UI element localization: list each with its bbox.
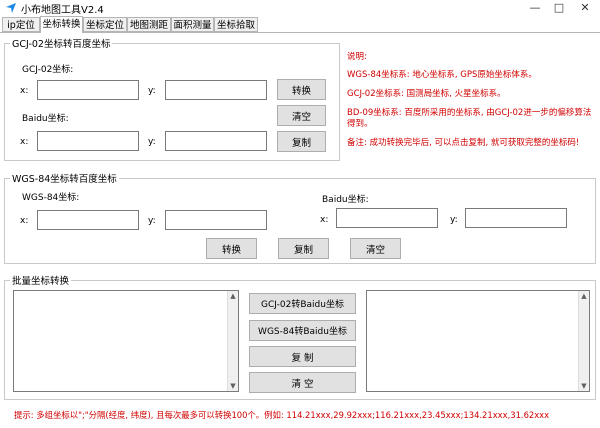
scroll-up-icon[interactable]: ▲: [579, 292, 589, 300]
batch-group-legend: 批量坐标转换: [10, 273, 72, 287]
tab-coordinate-locate[interactable]: 坐标定位: [83, 17, 127, 32]
note-wgs84: WGS-84坐标系: 地心坐标系, GPS原始坐标体系。: [347, 70, 537, 80]
notes-panel: 说明: WGS-84坐标系: 地心坐标系, GPS原始坐标体系。 GCJ-02坐…: [347, 52, 592, 149]
minimize-button[interactable]: —: [525, 0, 545, 16]
gcj-x-input[interactable]: [37, 80, 139, 100]
gcj-convert-button[interactable]: 转换: [277, 79, 326, 100]
wgs-coordinate-label: WGS-84坐标:: [22, 193, 80, 203]
gcj-y-label: y:: [148, 86, 156, 96]
note-bd09: BD-09坐标系: 百度所采用的坐标系, 由GCJ-02进一步的偏移算法得到。: [347, 108, 592, 129]
wgs-copy-button[interactable]: 复制: [278, 238, 329, 259]
batch-tip-text: 提示: 多组坐标以";"分隔(经度, 纬度), 且每次最多可以转换100个。例如…: [14, 410, 550, 420]
tab-coordinate-convert[interactable]: 坐标转换: [40, 16, 83, 33]
wgs-baidu-y-output[interactable]: [465, 208, 567, 228]
tab-strip-divider: [0, 32, 600, 33]
wgs-group-legend: WGS-84坐标转百度坐标: [10, 171, 119, 185]
gcj-copy-button[interactable]: 复制: [277, 131, 326, 152]
app-map-pin-icon: [6, 3, 16, 13]
baidu-y-label: y:: [148, 137, 156, 147]
gcj-coordinate-label: GCJ-02坐标:: [22, 65, 74, 75]
scroll-down-icon[interactable]: ▼: [579, 382, 589, 390]
batch-input-textarea[interactable]: ▲ ▼: [13, 290, 239, 392]
batch-copy-button[interactable]: 复 制: [249, 346, 356, 367]
wgs-x-input[interactable]: [37, 210, 139, 230]
tab-area-measure[interactable]: 面积测量: [171, 17, 214, 32]
wgs-baidu-y-label: y:: [450, 215, 458, 225]
gcj-clear-button[interactable]: 清空: [277, 105, 326, 126]
wgs-y-input[interactable]: [165, 210, 267, 230]
wgs-baidu-x-output[interactable]: [336, 208, 438, 228]
baidu-x-label: x:: [20, 137, 29, 147]
note-remark: 备注: 成功转换完毕后, 可以点击复制, 就可获取完整的坐标码!: [347, 138, 580, 148]
tab-coordinate-pick[interactable]: 坐标拾取: [214, 17, 258, 32]
batch-wgs-to-baidu-button[interactable]: WGS-84转Baidu坐标: [249, 320, 356, 341]
close-button[interactable]: ✕: [575, 0, 595, 16]
notes-title: 说明:: [347, 52, 367, 62]
batch-input-scrollbar[interactable]: ▲ ▼: [227, 291, 238, 391]
title-bar[interactable]: 小布地图工具V2.4 — □ ✕: [0, 0, 600, 16]
wgs-clear-button[interactable]: 清空: [350, 238, 401, 259]
wgs-x-label: x:: [20, 216, 29, 226]
baidu-x-output[interactable]: [37, 131, 139, 151]
batch-clear-button[interactable]: 清 空: [249, 372, 356, 393]
maximize-button[interactable]: □: [549, 0, 569, 16]
batch-output-textarea[interactable]: ▲ ▼: [366, 290, 590, 392]
wgs-convert-button[interactable]: 转换: [206, 238, 257, 259]
note-gcj02: GCJ-02坐标系: 国测局坐标, 火星坐标系。: [347, 89, 506, 99]
wgs-y-label: y:: [148, 216, 156, 226]
wgs-baidu-coordinate-label: Baidu坐标:: [322, 195, 369, 205]
scroll-up-icon[interactable]: ▲: [228, 292, 238, 300]
batch-gcj-to-baidu-button[interactable]: GCJ-02转Baidu坐标: [249, 293, 356, 314]
gcj-group-legend: GCJ-02坐标转百度坐标: [10, 36, 113, 50]
baidu-y-output[interactable]: [165, 131, 267, 151]
gcj-x-label: x:: [20, 86, 29, 96]
window-title: 小布地图工具V2.4: [21, 5, 104, 16]
baidu-coordinate-label: Baidu坐标:: [22, 114, 69, 124]
gcj-y-input[interactable]: [165, 80, 267, 100]
tab-map-distance[interactable]: 地图测距: [127, 17, 171, 32]
scroll-down-icon[interactable]: ▼: [228, 382, 238, 390]
tab-ip-location[interactable]: ip定位: [2, 17, 40, 32]
batch-input-text: [14, 291, 238, 295]
wgs-baidu-x-label: x:: [320, 215, 329, 225]
batch-output-scrollbar[interactable]: ▲ ▼: [578, 291, 589, 391]
batch-output-text: [367, 291, 589, 295]
